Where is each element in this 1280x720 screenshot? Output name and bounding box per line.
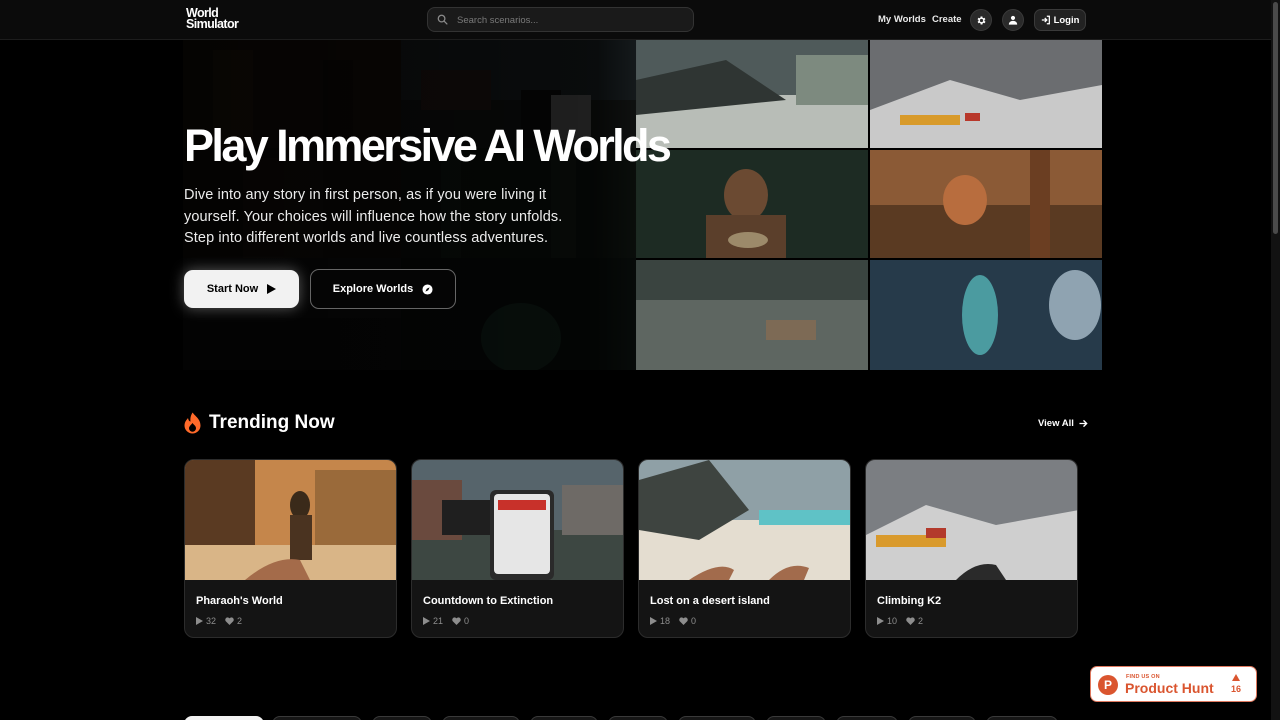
upvote-arrow-icon [1232, 674, 1240, 681]
hero-title: Play Immersive AI Worlds [184, 120, 672, 171]
search-icon [437, 14, 448, 25]
category-tab[interactable] [766, 716, 826, 720]
card-thumbnail [185, 460, 396, 580]
card-title: Climbing K2 [877, 595, 942, 607]
heart-icon [452, 617, 461, 625]
scrollbar-thumb[interactable] [1273, 2, 1278, 234]
card-thumbnail [639, 460, 850, 580]
product-hunt-name: Product Hunt [1125, 680, 1214, 696]
login-label: Login [1053, 14, 1080, 26]
card-title: Countdown to Extinction [423, 595, 554, 607]
world-card-pharaoh[interactable]: Pharaoh's World 32 2 [184, 459, 397, 638]
category-tab[interactable] [272, 716, 362, 720]
like-count: 2 [225, 616, 242, 626]
hero-description: Dive into any story in first person, as … [184, 187, 563, 246]
play-count: 10 [877, 616, 897, 626]
play-count-value: 10 [887, 616, 898, 626]
product-hunt-logo: P [1098, 675, 1118, 695]
start-now-button[interactable]: Start Now [184, 270, 299, 308]
card-stats: 21 0 [423, 616, 469, 626]
world-card-countdown[interactable]: Countdown to Extinction 21 0 [411, 459, 624, 638]
card-stats: 10 2 [877, 616, 923, 626]
top-nav-bar: World Simulator My Worlds Create Login [0, 0, 1280, 40]
view-all-label: View All [1038, 418, 1074, 429]
card-title: Pharaoh's World [196, 595, 283, 607]
upvote-count: 16 [1231, 684, 1242, 694]
nav-my-worlds[interactable]: My Worlds [878, 14, 926, 25]
card-thumbnail [866, 460, 1077, 580]
like-count: 0 [679, 616, 696, 626]
like-count-value: 2 [918, 616, 924, 626]
nav-create[interactable]: Create [932, 14, 962, 25]
play-icon [423, 617, 430, 625]
play-icon [877, 617, 884, 625]
logo-line-2: Simulator [186, 17, 239, 31]
start-now-label: Start Now [206, 283, 259, 295]
hero-tile-wreck [636, 40, 868, 148]
heart-icon [225, 617, 234, 625]
user-icon [1008, 15, 1018, 25]
play-count: 18 [650, 616, 670, 626]
hero-tile-spaceship [870, 260, 1102, 370]
login-button[interactable]: Login [1034, 9, 1086, 31]
trending-title: Trending Now [209, 412, 335, 433]
settings-button[interactable] [970, 9, 992, 31]
play-count-value: 21 [433, 616, 444, 626]
like-count-value: 0 [691, 616, 697, 626]
play-icon [650, 617, 657, 625]
category-tab[interactable] [986, 716, 1058, 720]
play-count-value: 32 [206, 616, 217, 626]
heart-icon [906, 617, 915, 625]
hero-tile-mountain [870, 40, 1102, 148]
world-card-k2[interactable]: Climbing K2 10 2 [865, 459, 1078, 638]
view-all-link[interactable]: View All [1038, 418, 1088, 429]
play-icon [196, 617, 203, 625]
world-card-desert-island[interactable]: Lost on a desert island 18 0 [638, 459, 851, 638]
like-count-value: 2 [237, 616, 243, 626]
card-title: Lost on a desert island [650, 595, 770, 607]
card-stats: 32 2 [196, 616, 242, 626]
heart-icon [679, 617, 688, 625]
category-tab[interactable] [608, 716, 668, 720]
play-count: 32 [196, 616, 216, 626]
category-tab[interactable] [678, 716, 756, 720]
like-count-value: 0 [464, 616, 470, 626]
hero-tile-tribesman [636, 150, 868, 258]
arrow-right-icon [1079, 419, 1088, 428]
explore-worlds-button[interactable]: Explore Worlds [310, 269, 456, 309]
category-tab[interactable] [836, 716, 898, 720]
category-tab[interactable] [908, 716, 976, 720]
category-tab[interactable] [442, 716, 520, 720]
card-stats: 18 0 [650, 616, 696, 626]
hero-tile-shore [636, 260, 868, 370]
play-count-value: 18 [660, 616, 671, 626]
product-hunt-badge[interactable]: P FIND US ON Product Hunt 16 [1090, 666, 1257, 702]
fire-icon [184, 412, 201, 434]
compass-icon [422, 283, 433, 295]
explore-worlds-label: Explore Worlds [332, 283, 414, 295]
search-input[interactable] [457, 12, 687, 28]
user-button[interactable] [1002, 9, 1024, 31]
page-scrollbar[interactable] [1271, 0, 1280, 720]
category-tab[interactable] [530, 716, 598, 720]
hero-tile-warrior [870, 150, 1102, 258]
play-icon [267, 284, 277, 294]
category-tab[interactable] [184, 716, 264, 720]
card-thumbnail [412, 460, 623, 580]
like-count: 0 [452, 616, 469, 626]
like-count: 2 [906, 616, 923, 626]
category-tab[interactable] [372, 716, 432, 720]
play-count: 21 [423, 616, 443, 626]
search-box[interactable] [427, 7, 694, 32]
site-logo[interactable]: World Simulator [186, 7, 239, 31]
sign-in-icon [1041, 15, 1050, 25]
gear-icon [977, 16, 985, 24]
